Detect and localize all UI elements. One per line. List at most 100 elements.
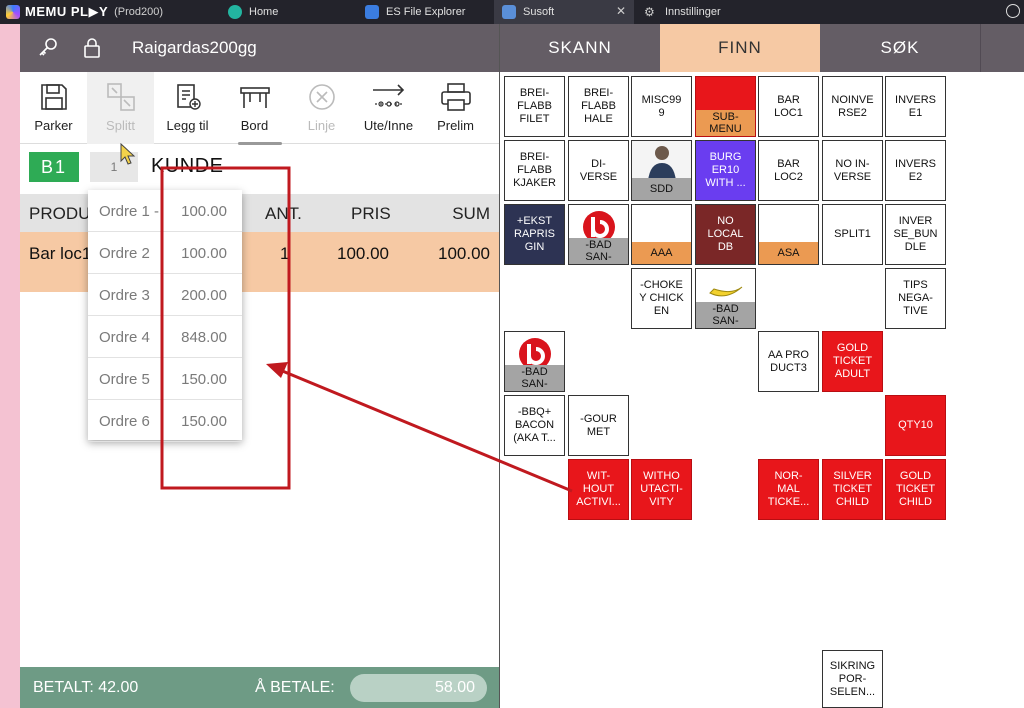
linje-button[interactable]: Linje bbox=[288, 72, 355, 144]
dropdown-order-item[interactable]: Ordre 4 848.00 bbox=[88, 316, 242, 358]
tile-label: ASA bbox=[759, 242, 818, 264]
to-pay-button[interactable]: 58.00 bbox=[350, 674, 487, 702]
customer-label[interactable]: KUNDE bbox=[151, 155, 224, 178]
tool-label: Bord bbox=[240, 118, 269, 133]
close-tab-icon[interactable]: ✕ bbox=[616, 4, 626, 18]
tile-label: DI- VERSE bbox=[579, 157, 618, 183]
tool-label: Ute/Inne bbox=[363, 118, 414, 133]
dropdown-order-item[interactable]: Ordre 2 100.00 bbox=[88, 232, 242, 274]
parker-button[interactable]: Parker bbox=[20, 72, 87, 144]
product-tile[interactable]: NOINVE RSE2 bbox=[822, 76, 883, 137]
product-tile[interactable]: BREI- FLABB HALE bbox=[568, 76, 629, 137]
tab-finn[interactable]: FINN bbox=[660, 24, 820, 72]
table-number-badge[interactable]: B1 bbox=[29, 152, 79, 182]
product-tile[interactable]: -CHOKE Y CHICK EN bbox=[631, 268, 692, 329]
dropdown-order-item[interactable]: Ordre 1 - 100.00 bbox=[88, 190, 242, 232]
product-tile[interactable]: BREI- FLABB FILET bbox=[504, 76, 565, 137]
logged-in-user: Raigardas200gg bbox=[132, 38, 257, 57]
key-icon[interactable] bbox=[36, 36, 60, 60]
product-tile[interactable]: DI- VERSE bbox=[568, 140, 629, 201]
splitt-button[interactable]: Splitt bbox=[87, 72, 154, 144]
column-price: PRIS bbox=[351, 204, 391, 223]
product-tabs: SKANN FINN SØK bbox=[500, 24, 1024, 72]
tile-label: AA PRO DUCT3 bbox=[768, 348, 809, 374]
product-tile[interactable]: INVER SE_BUN DLE bbox=[885, 204, 946, 265]
tile-label: NOINVE RSE2 bbox=[831, 93, 874, 119]
bord-button[interactable]: Bord bbox=[221, 72, 288, 144]
order-dropdown: Ordre 1 - 100.00 Ordre 2 100.00 Ordre 3 200… bbox=[88, 190, 242, 442]
product-tile[interactable]: ASA bbox=[758, 204, 819, 265]
line-qty: 1 bbox=[280, 244, 290, 263]
product-tile[interactable]: -BAD SAN- bbox=[695, 268, 756, 329]
tool-label: Splitt bbox=[106, 118, 135, 133]
tab-home[interactable]: Home bbox=[225, 0, 355, 24]
product-tile[interactable]: AA PRO DUCT3 bbox=[758, 331, 819, 392]
dropdown-order-item[interactable]: Ordre 3 200.00 bbox=[88, 274, 242, 316]
product-tile[interactable]: BREI- FLABB KJAKER bbox=[504, 140, 565, 201]
tab-innstillinger[interactable]: ⚙ Innstillinger bbox=[638, 0, 788, 24]
account-icon[interactable] bbox=[1006, 4, 1020, 18]
product-tile[interactable]: MISC99 9 bbox=[631, 76, 692, 137]
product-tile[interactable]: INVERS E1 bbox=[885, 76, 946, 137]
product-tile[interactable]: GOLD TICKET ADULT bbox=[822, 331, 883, 392]
settings-gear-icon: ⚙ bbox=[644, 5, 655, 19]
tile-label: QTY10 bbox=[898, 419, 933, 431]
memu-logo-icon bbox=[6, 5, 20, 19]
tab-label: Innstillinger bbox=[665, 6, 721, 18]
emulator-title-bar: MEMU PL▶Y (Prod200) Home ES File Explore… bbox=[0, 0, 1024, 24]
tile-label: TIPS NEGA- TIVE bbox=[898, 279, 933, 317]
product-tile[interactable]: TIPS NEGA- TIVE bbox=[885, 268, 946, 329]
product-tile[interactable]: BAR LOC1 bbox=[758, 76, 819, 137]
legg-til-button[interactable]: Legg til bbox=[154, 72, 221, 144]
product-tile[interactable]: NO IN- VERSE bbox=[822, 140, 883, 201]
tab-sok[interactable]: SØK bbox=[820, 24, 980, 72]
product-tile[interactable]: SPLIT1 bbox=[822, 204, 883, 265]
lock-icon[interactable] bbox=[80, 36, 104, 60]
product-tile[interactable]: +EKST RAPRIS GIN bbox=[504, 204, 565, 265]
product-tile[interactable]: -BBQ+ BACON (AKA T... bbox=[504, 395, 565, 456]
product-tile[interactable]: -BAD SAN- bbox=[504, 331, 565, 392]
product-tile[interactable]: INVERS E2 bbox=[885, 140, 946, 201]
product-tile[interactable]: BAR LOC2 bbox=[758, 140, 819, 201]
tile-label: SPLIT1 bbox=[834, 228, 871, 240]
tab-es-file-explorer[interactable]: ES File Explorer bbox=[357, 0, 493, 24]
product-tile[interactable]: WITHO UTACTI- VITY bbox=[631, 459, 692, 520]
product-tile[interactable]: QTY10 bbox=[885, 395, 946, 456]
column-product: PRODU bbox=[29, 204, 91, 223]
line-sum: 100.00 bbox=[438, 244, 490, 263]
product-tile[interactable]: -GOUR MET bbox=[568, 395, 629, 456]
es-file-explorer-icon bbox=[365, 5, 379, 19]
product-tile[interactable]: SIKRING POR- SELEN... bbox=[822, 650, 883, 708]
tile-label: GOLD TICKET CHILD bbox=[895, 470, 936, 508]
product-tile[interactable]: NOR- MAL TICKE... bbox=[758, 459, 819, 520]
prelim-button[interactable]: Prelim bbox=[422, 72, 489, 144]
tile-label: SILVER TICKET CHILD bbox=[832, 470, 873, 508]
order-name: Ordre 5 bbox=[99, 371, 150, 388]
submenu-tile[interactable]: SUB- MENU bbox=[695, 76, 756, 137]
ute-inne-button[interactable]: Ute/Inne bbox=[355, 72, 422, 144]
product-tile[interactable]: SDD bbox=[631, 140, 692, 201]
tile-label: INVER SE_BUN DLE bbox=[893, 215, 938, 253]
tile-label: BAR LOC2 bbox=[774, 157, 803, 183]
product-tile[interactable]: NO LOCAL DB bbox=[695, 204, 756, 265]
order-value: 150.00 bbox=[181, 371, 227, 388]
product-tile[interactable]: GOLD TICKET CHILD bbox=[885, 459, 946, 520]
payment-footer: BETALT: 42.00 Å BETALE: 58.00 bbox=[20, 667, 499, 708]
tile-label: -BBQ+ BACON (AKA T... bbox=[513, 406, 556, 444]
line-price: 100.00 bbox=[337, 244, 389, 263]
product-tile[interactable]: SILVER TICKET CHILD bbox=[822, 459, 883, 520]
product-tile[interactable]: -BAD SAN- bbox=[568, 204, 629, 265]
tab-susoft[interactable]: Susoft ✕ bbox=[494, 0, 634, 24]
tile-label: SDD bbox=[632, 178, 691, 200]
product-tile[interactable]: AAA bbox=[631, 204, 692, 265]
tool-label: Prelim bbox=[437, 118, 474, 133]
tile-label: AAA bbox=[632, 242, 691, 264]
product-tile[interactable]: BURG ER10 WITH ... bbox=[695, 140, 756, 201]
product-tile[interactable]: WIT- HOUT ACTIVI... bbox=[568, 459, 629, 520]
column-sum: SUM bbox=[452, 204, 490, 223]
dropdown-order-item[interactable]: Ordre 5 150.00 bbox=[88, 358, 242, 400]
tab-skann[interactable]: SKANN bbox=[500, 24, 660, 72]
add-document-icon bbox=[176, 84, 201, 110]
column-qty: ANT. bbox=[265, 204, 302, 223]
dropdown-order-item[interactable]: Ordre 6 150.00 bbox=[88, 400, 242, 442]
